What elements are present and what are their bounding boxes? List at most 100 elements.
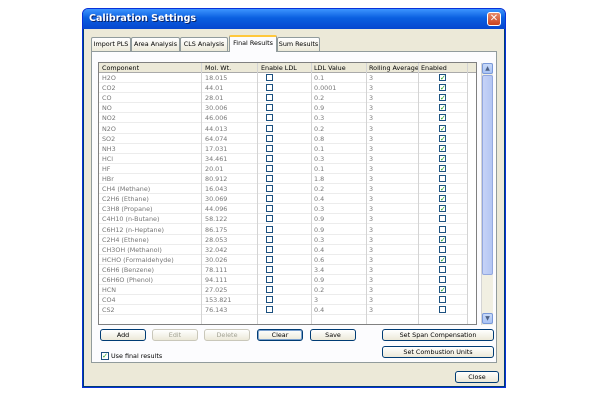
enable-ldl-checkbox[interactable] <box>266 276 273 283</box>
enable-ldl-checkbox[interactable] <box>266 286 273 294</box>
enable-ldl-checkbox[interactable] <box>266 185 273 193</box>
enabled-checkbox[interactable]: ✓ <box>439 114 446 122</box>
enable-ldl-checkbox[interactable] <box>266 84 273 92</box>
cell-ldl-value: 0.9 <box>314 225 325 234</box>
enable-ldl-checkbox[interactable] <box>266 245 273 253</box>
table-row[interactable]: CO4 153.821 3 3 <box>99 295 467 306</box>
delete-button[interactable]: Delete <box>204 329 250 341</box>
enabled-checkbox[interactable] <box>439 175 446 182</box>
enabled-checkbox[interactable] <box>439 225 446 233</box>
enabled-checkbox[interactable]: ✓ <box>439 84 446 92</box>
enable-ldl-checkbox[interactable] <box>266 175 273 182</box>
set-combustion-units-button[interactable]: Set Combustion Units <box>382 346 494 358</box>
tab-import-pls[interactable]: Import PLS <box>91 37 131 51</box>
enable-ldl-checkbox[interactable] <box>266 104 273 112</box>
table-row[interactable]: HBr 80.912 1.8 3 <box>99 174 467 184</box>
table-row[interactable]: SO2 64.074 0.8 3 ✓ <box>99 134 467 144</box>
results-grid[interactable]: Component Mol. Wt. Enable LDL LDL Value … <box>98 62 477 325</box>
enable-ldl-checkbox[interactable] <box>266 306 273 314</box>
table-row[interactable]: H2O 18.015 0.1 3 ✓ <box>99 73 467 83</box>
table-row[interactable]: C3H8 (Propane) 44.096 0.3 3 ✓ <box>99 204 467 215</box>
enabled-checkbox[interactable] <box>439 245 446 253</box>
table-row[interactable]: NH3 17.031 0.1 3 ✓ <box>99 144 467 154</box>
enabled-checkbox[interactable] <box>439 306 446 314</box>
cell-rolling-average: 3 <box>369 205 374 214</box>
enable-ldl-checkbox[interactable] <box>266 195 273 203</box>
enabled-checkbox[interactable] <box>439 276 446 283</box>
enable-ldl-checkbox[interactable] <box>266 265 273 273</box>
enable-ldl-checkbox[interactable] <box>266 296 273 304</box>
enable-ldl-checkbox[interactable] <box>266 164 273 172</box>
scroll-up-icon[interactable]: ▲ <box>482 63 493 74</box>
cell-component: HF <box>102 164 111 173</box>
enabled-checkbox[interactable]: ✓ <box>439 195 446 203</box>
clear-button[interactable]: Clear <box>257 329 303 341</box>
cell-ldl-value: 3 <box>314 296 319 305</box>
enabled-checkbox[interactable] <box>439 265 446 273</box>
enabled-checkbox[interactable]: ✓ <box>439 144 446 152</box>
enabled-checkbox[interactable]: ✓ <box>439 124 446 132</box>
enable-ldl-checkbox[interactable] <box>266 74 273 81</box>
tab-area-analysis[interactable]: Area Analysis <box>131 37 180 51</box>
close-button[interactable]: Close <box>455 371 499 383</box>
tab-sum-results[interactable]: Sum Results <box>277 37 320 51</box>
enable-ldl-checkbox[interactable] <box>266 124 273 132</box>
enabled-checkbox[interactable]: ✓ <box>439 205 446 213</box>
enabled-checkbox[interactable]: ✓ <box>439 164 446 172</box>
table-row[interactable]: C2H6 (Ethane) 30.069 0.4 3 ✓ <box>99 194 467 205</box>
enable-ldl-checkbox[interactable] <box>266 114 273 122</box>
enabled-checkbox[interactable]: ✓ <box>439 104 446 112</box>
table-row[interactable]: CO2 44.01 0.0001 3 ✓ <box>99 83 467 94</box>
table-row[interactable]: C4H10 (n-Butane) 58.122 0.9 3 <box>99 214 467 225</box>
table-row[interactable]: NO2 46.006 0.3 3 ✓ <box>99 113 467 124</box>
set-span-compensation-button[interactable]: Set Span Compensation <box>382 329 494 341</box>
table-row[interactable]: HCN 27.025 0.2 3 ✓ <box>99 285 467 296</box>
table-row[interactable]: CH4 (Methane) 16.043 0.2 3 ✓ <box>99 184 467 195</box>
use-final-results-checkbox[interactable]: ✓ <box>101 352 109 360</box>
enable-ldl-checkbox[interactable] <box>266 215 273 223</box>
enabled-checkbox[interactable]: ✓ <box>439 74 446 82</box>
tab-cls-analysis[interactable]: CLS Analysis <box>180 37 228 51</box>
table-row[interactable]: C6H6O (Phenol) 94.111 0.9 3 <box>99 275 467 285</box>
enabled-checkbox[interactable]: ✓ <box>439 154 446 162</box>
enabled-checkbox[interactable]: ✓ <box>439 235 446 243</box>
tab-final-results[interactable]: Final Results <box>229 35 277 52</box>
enabled-checkbox[interactable] <box>439 296 446 304</box>
enable-ldl-checkbox[interactable] <box>266 235 273 243</box>
table-row[interactable]: N2O 44.013 0.2 3 ✓ <box>99 124 467 134</box>
save-button[interactable]: Save <box>310 329 356 341</box>
enable-ldl-checkbox[interactable] <box>266 144 273 152</box>
enabled-checkbox[interactable]: ✓ <box>439 94 446 102</box>
table-row[interactable]: CO 28.01 0.2 3 ✓ <box>99 93 467 104</box>
table-row[interactable]: NO 30.006 0.9 3 ✓ <box>99 103 467 114</box>
enable-ldl-checkbox[interactable] <box>266 94 273 102</box>
enabled-checkbox[interactable]: ✓ <box>439 255 446 263</box>
scroll-down-icon[interactable]: ▼ <box>482 313 493 324</box>
add-button[interactable]: Add <box>100 329 146 341</box>
enabled-checkbox[interactable] <box>439 215 446 223</box>
title-bar[interactable]: Calibration Settings ✕ <box>83 9 505 29</box>
enable-ldl-checkbox[interactable] <box>266 154 273 162</box>
enable-ldl-checkbox[interactable] <box>266 134 273 142</box>
cell-rolling-average: 3 <box>369 296 374 305</box>
calibration-settings-window: Calibration Settings ✕ Import PLS Area A… <box>82 8 506 388</box>
table-row[interactable]: HCl 34.461 0.3 3 ✓ <box>99 154 467 164</box>
table-row[interactable]: C6H6 (Benzene) 78.111 3.4 3 <box>99 265 467 275</box>
grid-scrollbar[interactable]: ▲ ▼ <box>481 63 493 325</box>
table-row[interactable]: HCHO (Formaldehyde) 30.026 0.6 3 ✓ <box>99 255 467 265</box>
enabled-checkbox[interactable]: ✓ <box>439 286 446 294</box>
table-row[interactable]: CH3OH (Methanol) 32.042 0.4 3 <box>99 245 467 255</box>
table-row[interactable]: C2H4 (Ethene) 28.053 0.3 3 ✓ <box>99 235 467 245</box>
enable-ldl-checkbox[interactable] <box>266 225 273 233</box>
table-row[interactable]: HF 20.01 0.1 3 ✓ <box>99 164 467 174</box>
edit-button[interactable]: Edit <box>152 329 198 341</box>
enabled-checkbox[interactable]: ✓ <box>439 134 446 142</box>
enable-ldl-checkbox[interactable] <box>266 205 273 213</box>
close-window-icon[interactable]: ✕ <box>487 12 501 26</box>
table-row[interactable]: C6H12 (n-Heptane) 86.175 0.9 3 <box>99 225 467 235</box>
enable-ldl-checkbox[interactable] <box>266 255 273 263</box>
scroll-thumb[interactable] <box>482 75 493 275</box>
cell-ldl-value: 0.9 <box>314 104 325 113</box>
enabled-checkbox[interactable]: ✓ <box>439 185 446 193</box>
table-row[interactable]: CS2 76.143 0.4 3 <box>99 305 467 316</box>
